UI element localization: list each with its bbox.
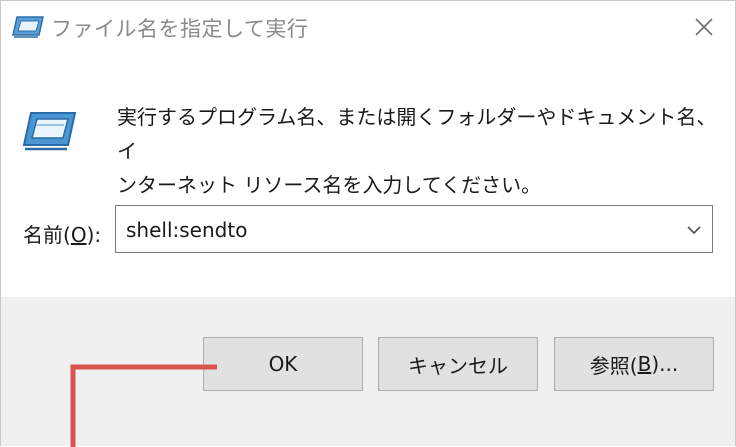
ok-button[interactable]: OK xyxy=(203,337,363,391)
description-line: ンターネット リソース名を入力してください。 xyxy=(117,173,542,197)
description-text: 実行するプログラム名、または開くフォルダーやドキュメント名、イ ンターネット リ… xyxy=(117,100,717,202)
dialog-content: 実行するプログラム名、または開くフォルダーやドキュメント名、イ ンターネット リ… xyxy=(1,53,735,297)
close-button[interactable] xyxy=(673,1,735,53)
name-input[interactable]: shell:sendto xyxy=(126,218,247,242)
description-line: 実行するプログラム名、または開くフォルダーやドキュメント名、イ xyxy=(117,105,717,163)
browse-label-accesskey: B xyxy=(637,352,652,376)
name-label-suffix: ): xyxy=(86,223,102,247)
run-dialog: ファイル名を指定して実行 実行するプログラム名、または開くフォルダーやドキュメン… xyxy=(0,0,736,447)
run-icon xyxy=(12,16,44,38)
name-label-accesskey: O xyxy=(70,223,87,247)
close-icon xyxy=(695,18,713,36)
cancel-button[interactable]: キャンセル xyxy=(378,337,538,391)
browse-button[interactable]: 参照(B)... xyxy=(554,337,714,391)
title-bar[interactable]: ファイル名を指定して実行 xyxy=(1,1,735,53)
browse-label-suffix: )... xyxy=(651,352,679,376)
name-label-prefix: 名前( xyxy=(23,223,71,247)
browse-label-prefix: 参照( xyxy=(589,353,638,378)
chevron-down-icon[interactable] xyxy=(684,220,704,240)
window-title: ファイル名を指定して実行 xyxy=(51,17,309,41)
name-combobox[interactable]: shell:sendto xyxy=(115,205,713,253)
name-label: 名前(O): xyxy=(23,219,101,248)
button-bar: OK キャンセル 参照(B)... xyxy=(1,297,735,446)
run-icon xyxy=(22,112,77,151)
